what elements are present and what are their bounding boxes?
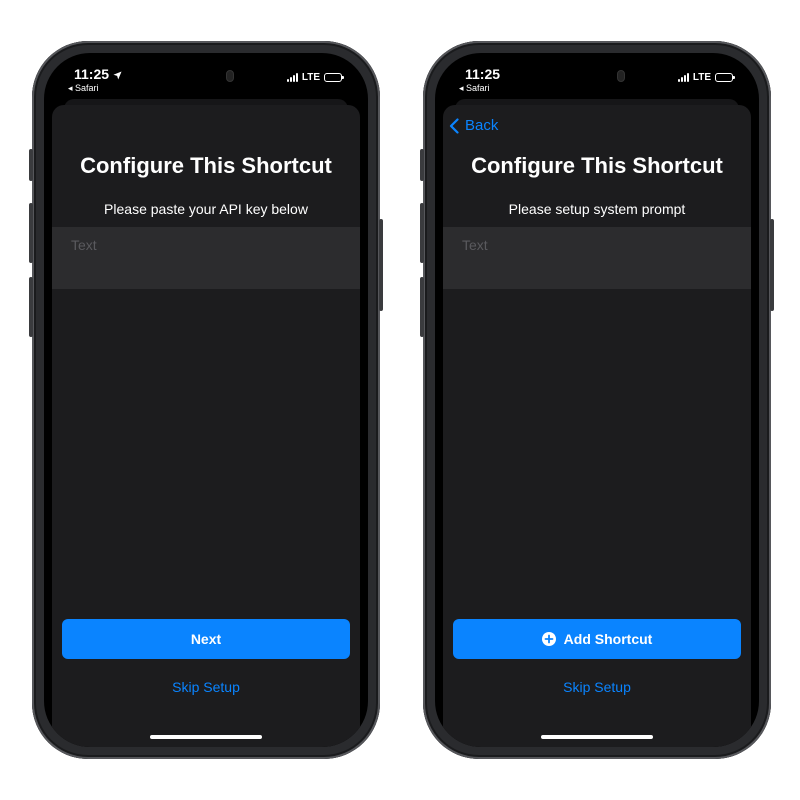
- add-shortcut-label: Add Shortcut: [563, 631, 653, 647]
- sheet-subtitle: Please paste your API key below: [104, 201, 308, 217]
- next-button-label: Next: [190, 631, 222, 647]
- text-field[interactable]: Text: [52, 227, 360, 289]
- plus-circle-icon: [541, 632, 556, 646]
- network-label: LTE: [692, 72, 711, 83]
- chevron-left-icon: [449, 117, 459, 134]
- status-back-to-app[interactable]: ◂ Safari: [68, 83, 99, 94]
- sheet-title: Configure This Shortcut: [80, 153, 332, 178]
- action-button: [29, 149, 33, 181]
- sheet-subtitle: Please setup system prompt: [508, 201, 686, 217]
- configure-sheet: Configure This Shortcut Please paste you…: [52, 105, 360, 747]
- home-indicator[interactable]: [150, 735, 262, 739]
- volume-down-button: [420, 277, 424, 337]
- status-back-app-label: Safari: [75, 83, 99, 93]
- skip-setup-link[interactable]: Skip Setup: [52, 679, 360, 695]
- camera-icon: [617, 70, 625, 82]
- network-label: LTE: [301, 72, 320, 83]
- status-indicators: LTE: [677, 72, 735, 83]
- side-button: [770, 219, 774, 311]
- add-shortcut-button[interactable]: Add Shortcut: [453, 619, 741, 659]
- configure-sheet: Back Configure This Shortcut Please setu…: [443, 105, 751, 747]
- status-back-app-label: Safari: [466, 83, 490, 93]
- phone-left: 11:25 ◂ Safari LTE Configure This Shortc…: [29, 41, 383, 759]
- dynamic-island: [158, 62, 254, 90]
- status-time-group: 11:25: [465, 66, 500, 82]
- skip-setup-link[interactable]: Skip Setup: [443, 679, 751, 695]
- volume-up-button: [29, 203, 33, 263]
- dynamic-island: [549, 62, 645, 90]
- action-button: [420, 149, 424, 181]
- volume-up-button: [420, 203, 424, 263]
- location-arrow-icon: [113, 71, 122, 80]
- home-indicator[interactable]: [541, 735, 653, 739]
- screen: 11:25 ◂ Safari LTE Back Configure This S…: [435, 53, 759, 747]
- side-button: [379, 219, 383, 311]
- signal-icon: [677, 73, 689, 82]
- status-time: 11:25: [465, 66, 501, 82]
- back-label: Back: [465, 117, 499, 134]
- status-time-group: 11:25: [74, 66, 122, 82]
- phone-right: 11:25 ◂ Safari LTE Back Configure This S…: [420, 41, 774, 759]
- battery-icon: [324, 73, 344, 82]
- system-prompt-input[interactable]: [443, 227, 751, 289]
- screen: 11:25 ◂ Safari LTE Configure This Shortc…: [44, 53, 368, 747]
- api-key-input[interactable]: [52, 227, 360, 289]
- sheet-title: Configure This Shortcut: [471, 153, 723, 178]
- text-field[interactable]: Text: [443, 227, 751, 289]
- back-button[interactable]: Back: [449, 117, 498, 134]
- status-time: 11:25: [74, 66, 110, 82]
- volume-down-button: [29, 277, 33, 337]
- camera-icon: [226, 70, 234, 82]
- battery-icon: [715, 73, 735, 82]
- next-button[interactable]: Next: [62, 619, 350, 659]
- signal-icon: [286, 73, 298, 82]
- status-back-to-app[interactable]: ◂ Safari: [459, 83, 490, 94]
- status-indicators: LTE: [286, 72, 344, 83]
